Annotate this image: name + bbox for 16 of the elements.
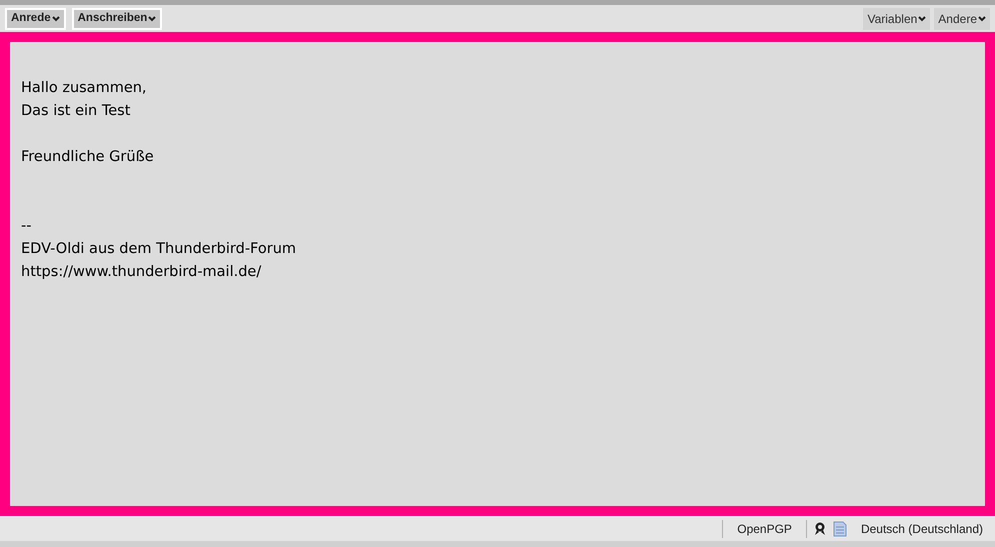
chevron-icon — [978, 16, 986, 22]
text-line: EDV-Oldi aus dem Thunderbird-Forum — [21, 240, 296, 259]
dropdown-button[interactable]: Anrede — [5, 8, 66, 30]
dropdown-button[interactable]: Variablen — [863, 8, 930, 30]
encryption-status[interactable]: OpenPGP — [723, 520, 806, 538]
dropdown-button[interactable]: Andere — [934, 8, 990, 30]
dropdown-button[interactable]: Anschreiben — [72, 8, 162, 30]
chevron-icon — [52, 16, 60, 22]
text-line: Das ist ein Test — [21, 102, 130, 121]
text-line: -- — [21, 217, 32, 236]
text-line: https://www.thunderbird-mail.de/ — [21, 263, 262, 282]
text-line: Hallo zusammen, — [21, 79, 147, 98]
chevron-icon — [148, 16, 156, 22]
chevron-icon — [918, 16, 926, 22]
language-status[interactable]: Deutsch (Deutschland) — [860, 520, 995, 538]
text-line: Freundliche Grüße — [21, 148, 154, 167]
